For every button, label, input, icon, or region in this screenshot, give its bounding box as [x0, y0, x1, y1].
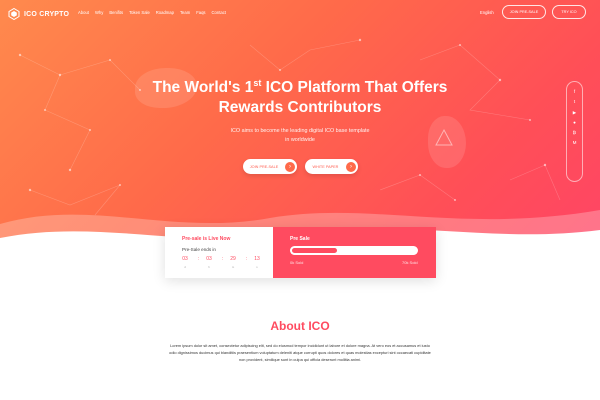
join-presale-label: JOIN PRE-SALE [249, 164, 279, 169]
triangle-decoration [435, 128, 453, 146]
nav-item-why[interactable]: Why [95, 10, 103, 15]
countdown-days: 03 d [182, 256, 188, 269]
presale-ends-label: Pre-Sale ends in [182, 247, 216, 252]
hero-headline: The World's 1st ICO Platform That Offers… [152, 77, 448, 116]
white-paper-label: WHITE PAPER [312, 164, 339, 169]
nav-item-roadmap[interactable]: Roadmap [156, 10, 174, 15]
github-icon[interactable]: ● [573, 120, 576, 127]
nav-item-faqs[interactable]: Faqs [196, 10, 205, 15]
white-paper-button[interactable]: WHITE PAPER › [305, 159, 358, 174]
brand-logo[interactable]: ICO CRYPTO [8, 7, 69, 21]
sold-min-label: 0k Sold [290, 260, 304, 265]
nav-item-contact[interactable]: Contact [212, 10, 226, 15]
about-title: About ICO [270, 319, 330, 333]
youtube-icon[interactable]: ▶ [573, 110, 577, 117]
presale-countdown-panel: Pre-sale is Live Now Pre-Sale ends in 03… [165, 227, 273, 278]
arrow-right-icon: › [346, 161, 356, 172]
facebook-icon[interactable]: f [574, 89, 575, 96]
social-bar: f t ▶ ● ₿ M [566, 81, 583, 182]
presale-progress-fill [292, 248, 337, 253]
nav-item-team[interactable]: Team [180, 10, 190, 15]
presale-box: Pre-sale is Live Now Pre-Sale ends in 03… [165, 227, 436, 278]
presale-progress-panel: Pre Sale 0k Sold 70k Sold [273, 227, 436, 278]
countdown-separator: : [222, 256, 224, 262]
presale-label: Pre Sale [290, 236, 310, 242]
countdown-minutes: 29 m [230, 256, 236, 269]
page: ICO CRYPTO About Why Benifits Token Sale… [0, 0, 600, 400]
hero-subtext: ICO aims to become the leading digital I… [230, 128, 370, 143]
try-ico-button[interactable]: TRY ICO [552, 5, 586, 19]
nav-item-benifits[interactable]: Benifits [109, 10, 123, 15]
about-text: Lorem ipsum dolor sit amet, consectetur … [169, 343, 431, 362]
bitcoin-icon[interactable]: ₿ [573, 130, 576, 137]
main-nav: About Why Benifits Token Sale Roadmap Te… [78, 10, 226, 15]
sold-max-label: 70k Sold [402, 260, 418, 265]
countdown-separator: : [198, 256, 200, 262]
language-selector[interactable]: English [480, 10, 494, 15]
nav-item-token-sale[interactable]: Token Sale [129, 10, 150, 15]
presale-live-label: Pre-sale is Live Now [182, 236, 231, 242]
countdown-seconds: 13 s [254, 256, 260, 269]
join-presale-nav-button[interactable]: JOIN PRE-SALE [502, 5, 546, 19]
presale-progress-bar [290, 246, 418, 255]
nav-item-about[interactable]: About [78, 10, 89, 15]
logo-icon [8, 8, 20, 20]
medium-icon[interactable]: M [573, 140, 577, 147]
join-presale-button[interactable]: JOIN PRE-SALE › [243, 159, 297, 174]
countdown-hours: 03 h [206, 256, 212, 269]
arrow-right-icon: › [285, 161, 295, 172]
twitter-icon[interactable]: t [574, 99, 575, 106]
brand-name: ICO CRYPTO [24, 10, 70, 18]
countdown-separator: : [246, 256, 248, 262]
